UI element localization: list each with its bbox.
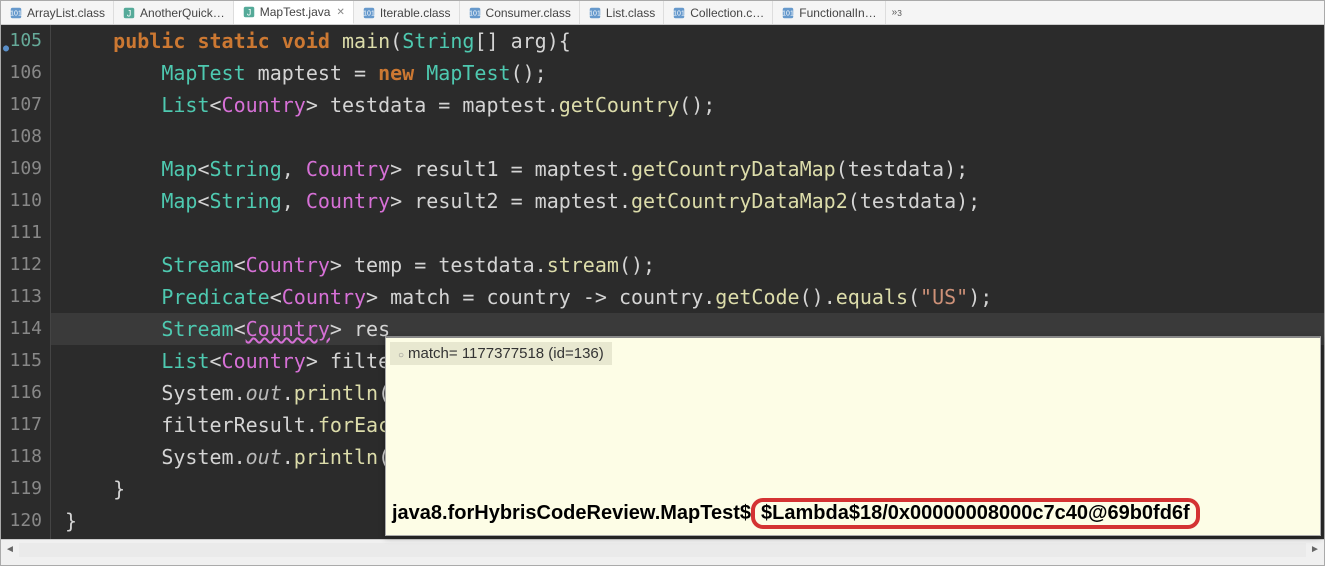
- tooltip-header: ○ match= 1177377518 (id=136): [390, 342, 612, 365]
- variable-icon: ○: [398, 350, 404, 361]
- svg-text:J: J: [247, 8, 251, 18]
- line-number[interactable]: 113: [1, 281, 42, 313]
- horizontal-scrollbar[interactable]: ◄ ►: [1, 539, 1324, 559]
- tab-label: FunctionalIn…: [799, 6, 876, 20]
- svg-text:101: 101: [782, 10, 794, 17]
- editor-tab-bar: 101 ArrayList.class J AnotherQuick… J MapTest…: [1, 1, 1324, 25]
- line-number[interactable]: 107: [1, 89, 42, 121]
- tooltip-class-prefix: java8.forHybrisCodeReview.MapTest$: [392, 502, 751, 524]
- tab-iterable-class[interactable]: 101 Iterable.class: [354, 1, 460, 24]
- code-line-113[interactable]: Predicate<Country> match = country -> co…: [51, 281, 1324, 313]
- close-icon[interactable]: ✕: [336, 7, 344, 18]
- editor-area: 1051061071081091101111121131141151161171…: [1, 25, 1324, 539]
- line-number[interactable]: 110: [1, 185, 42, 217]
- tab-functionalin-[interactable]: 101 FunctionalIn…: [773, 1, 885, 24]
- lambda-highlight: $Lambda$18/0x00000008000c7c40@69b0fd6f: [751, 498, 1200, 529]
- code-line-105[interactable]: public static void main(String[] arg){: [51, 25, 1324, 57]
- line-number[interactable]: 116: [1, 377, 42, 409]
- svg-text:101: 101: [10, 10, 22, 17]
- scroll-track[interactable]: [19, 543, 1306, 557]
- tab-label: MapTest.java: [260, 5, 331, 19]
- tab-arraylist-class[interactable]: 101 ArrayList.class: [1, 1, 114, 24]
- svg-text:101: 101: [469, 10, 481, 17]
- tooltip-header-text: match= 1177377518 (id=136): [408, 345, 604, 362]
- code-line-111[interactable]: [51, 217, 1324, 249]
- svg-text:J: J: [127, 8, 131, 18]
- svg-text:101: 101: [589, 10, 601, 17]
- debug-hover-tooltip: ○ match= 1177377518 (id=136) java8.forHyb…: [385, 336, 1321, 536]
- tab-label: Consumer.class: [486, 6, 571, 20]
- tab-label: Iterable.class: [380, 6, 451, 20]
- line-number[interactable]: 115: [1, 345, 42, 377]
- code-line-108[interactable]: [51, 121, 1324, 153]
- line-number[interactable]: 119: [1, 473, 42, 505]
- code-line-112[interactable]: Stream<Country> temp = testdata.stream()…: [51, 249, 1324, 281]
- tab-anotherquick-[interactable]: J AnotherQuick…: [114, 1, 234, 24]
- tab-consumer-class[interactable]: 101 Consumer.class: [460, 1, 580, 24]
- line-gutter: 1051061071081091101111121131141151161171…: [1, 25, 51, 539]
- line-number[interactable]: 109: [1, 153, 42, 185]
- tooltip-body: java8.forHybrisCodeReview.MapTest$$Lambd…: [392, 498, 1314, 529]
- code-line-109[interactable]: Map<String, Country> result1 = maptest.g…: [51, 153, 1324, 185]
- line-number[interactable]: 117: [1, 409, 42, 441]
- code-line-110[interactable]: Map<String, Country> result2 = maptest.g…: [51, 185, 1324, 217]
- line-number[interactable]: 111: [1, 217, 42, 249]
- tab-maptest-java[interactable]: J MapTest.java ✕: [234, 1, 354, 24]
- tab-label: AnotherQuick…: [140, 6, 225, 20]
- code-line-107[interactable]: List<Country> testdata = maptest.getCoun…: [51, 89, 1324, 121]
- line-number[interactable]: 105: [1, 25, 42, 57]
- tab-label: Collection.c…: [690, 6, 764, 20]
- tab-label: ArrayList.class: [27, 6, 105, 20]
- scroll-right-icon[interactable]: ►: [1306, 541, 1324, 559]
- tab-label: List.class: [606, 6, 655, 20]
- scroll-left-icon[interactable]: ◄: [1, 541, 19, 559]
- line-number[interactable]: 120: [1, 505, 42, 537]
- tab-list-class[interactable]: 101 List.class: [580, 1, 664, 24]
- line-number[interactable]: 114: [1, 313, 42, 345]
- line-number[interactable]: 112: [1, 249, 42, 281]
- svg-text:101: 101: [363, 10, 375, 17]
- tab-collection-c-[interactable]: 101 Collection.c…: [664, 1, 773, 24]
- svg-text:101: 101: [673, 10, 685, 17]
- line-number[interactable]: 108: [1, 121, 42, 153]
- tabs-overflow-icon[interactable]: »3: [886, 1, 908, 24]
- line-number[interactable]: 118: [1, 441, 42, 473]
- code-line-106[interactable]: MapTest maptest = new MapTest();: [51, 57, 1324, 89]
